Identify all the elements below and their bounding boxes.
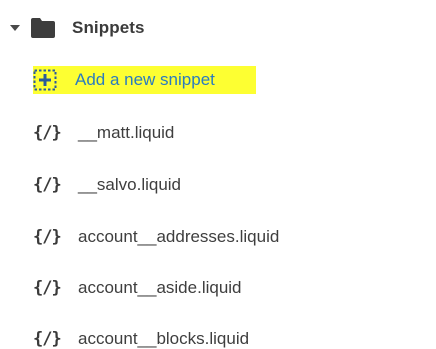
folder-icon <box>30 17 56 39</box>
file-item[interactable]: {/} __salvo.liquid <box>33 168 181 202</box>
liquid-file-icon: {/} <box>33 278 62 298</box>
file-name: account__blocks.liquid <box>78 329 250 348</box>
snippets-folder-row[interactable]: Snippets <box>8 10 145 46</box>
file-name: account__addresses.liquid <box>78 227 280 246</box>
file-item[interactable]: {/} __matt.liquid <box>33 116 174 150</box>
caret-down-icon[interactable] <box>8 21 22 35</box>
file-name: __salvo.liquid <box>78 175 182 194</box>
liquid-file-icon: {/} <box>33 227 62 247</box>
add-file-icon <box>33 69 57 91</box>
file-item[interactable]: {/} account__blocks.liquid <box>33 322 249 349</box>
file-name: account__aside.liquid <box>78 278 242 297</box>
add-new-snippet-link[interactable]: Add a new snippet <box>33 63 256 97</box>
add-new-snippet-label[interactable]: Add a new snippet <box>75 70 215 90</box>
liquid-file-icon: {/} <box>33 175 62 195</box>
file-item[interactable]: {/} account__aside.liquid <box>33 271 242 305</box>
file-tree: Snippets Add a new snippet {/} __matt.li… <box>0 0 436 349</box>
folder-label: Snippets <box>72 18 145 37</box>
file-item[interactable]: {/} account__addresses.liquid <box>33 220 279 254</box>
liquid-file-icon: {/} <box>33 123 62 143</box>
liquid-file-icon: {/} <box>33 329 62 349</box>
file-name: __matt.liquid <box>78 123 175 142</box>
